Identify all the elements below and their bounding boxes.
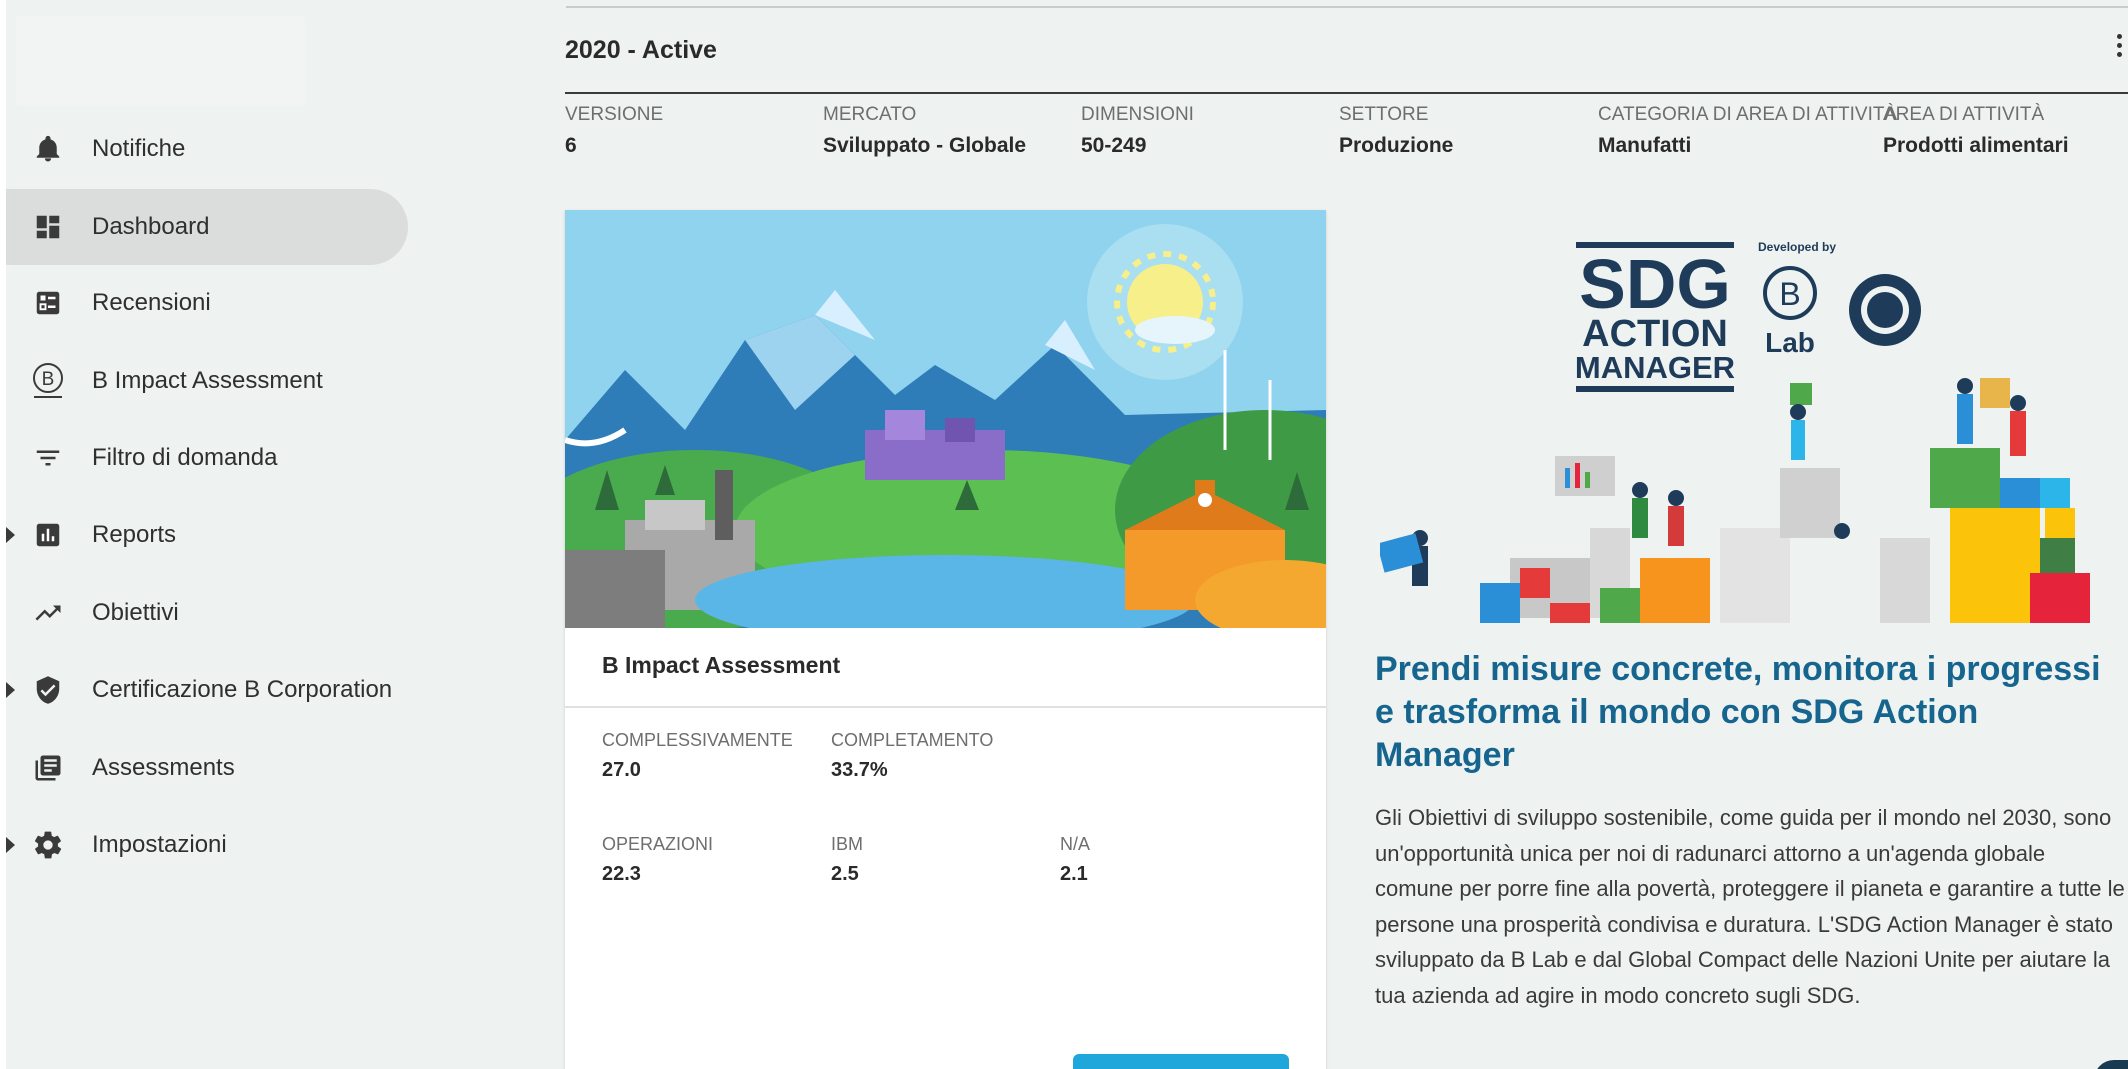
stat-key: IBM	[831, 834, 864, 854]
meta-area: AREA DI ATTIVITÀ Prodotti alimentari	[1883, 104, 2069, 158]
stat-value: 2.1	[1060, 863, 1088, 885]
sidebar-item-dashboard[interactable]: Dashboard	[6, 189, 408, 265]
card-action-button[interactable]	[1073, 1054, 1289, 1069]
meta-key: SETTORE	[1339, 104, 1429, 125]
sidebar-item-impostazioni[interactable]: Impostazioni	[6, 807, 408, 883]
stat-value: 2.5	[831, 863, 859, 885]
sdg-action-manager-illustration: SDG ACTION MANAGER Developed by B Lab	[1380, 228, 2120, 628]
meta-value: Manufatti	[1598, 134, 1692, 157]
meta-key: VERSIONE	[565, 104, 664, 125]
page-title: 2020 - Active	[565, 36, 717, 64]
reviews-icon	[30, 285, 66, 321]
sidebar-item-reports[interactable]: Reports	[6, 497, 408, 573]
b-impact-assessment-card[interactable]: B Impact Assessment COMPLESSIVAMENTE 27.…	[565, 210, 1326, 1069]
trending-up-icon	[30, 595, 66, 631]
sidebar-item-label: Impostazioni	[92, 831, 227, 858]
meta-versione: VERSIONE 6	[565, 104, 663, 158]
sidebar-item-label: Dashboard	[92, 213, 210, 240]
meta-key: DIMENSIONI	[1081, 104, 1194, 125]
meta-key: AREA DI ATTIVITÀ	[1883, 104, 2045, 125]
filter-icon	[30, 440, 66, 476]
blab-label: Lab	[1765, 327, 1815, 358]
sdg-logo-line1: SDG	[1579, 245, 1731, 323]
svg-text:B: B	[1779, 276, 1800, 312]
card-divider	[565, 706, 1326, 708]
top-bar-edge	[566, 0, 2128, 8]
card-title: B Impact Assessment	[602, 652, 841, 678]
more-options-icon[interactable]	[2112, 34, 2126, 64]
sidebar-item-notifiche[interactable]: Notifiche	[6, 111, 408, 187]
expand-caret-icon[interactable]	[6, 527, 15, 543]
stat-value: 22.3	[602, 863, 641, 885]
meta-value: Prodotti alimentari	[1883, 134, 2069, 157]
svg-text:B: B	[42, 369, 55, 390]
stat-na: N/A 2.1	[1060, 834, 1090, 886]
meta-categoria: CATEGORIA DI AREA DI ATTIVITÀ Manufatti	[1598, 104, 1897, 158]
meta-mercato: MERCATO Sviluppato - Globale	[823, 104, 1026, 158]
sidebar-item-recensioni[interactable]: Recensioni	[6, 265, 408, 341]
stat-value: 27.0	[602, 759, 641, 781]
stat-value: 33.7%	[831, 759, 888, 781]
shield-check-icon	[30, 672, 66, 708]
developed-by-label: Developed by	[1758, 240, 1836, 254]
bell-icon	[30, 131, 66, 167]
meta-settore: SETTORE Produzione	[1339, 104, 1453, 158]
app-frame: Notifiche Dashboard Recensioni B B Impac…	[6, 0, 2128, 1069]
stat-ibm: IBM 2.5	[831, 834, 863, 886]
sidebar-item-label: Filtro di domanda	[92, 444, 278, 471]
sidebar-item-label: Obiettivi	[92, 599, 179, 626]
expand-caret-icon[interactable]	[6, 682, 15, 698]
sidebar-item-label: Notifiche	[92, 135, 186, 162]
meta-key: MERCATO	[823, 104, 917, 125]
sidebar-item-label: Assessments	[92, 754, 235, 781]
logo-placeholder	[16, 16, 306, 106]
sdg-heading: Prendi misure concrete, monitora i progr…	[1375, 650, 2101, 774]
sidebar: Notifiche Dashboard Recensioni B B Impac…	[6, 0, 426, 1069]
stat-complessivamente: COMPLESSIVAMENTE 27.0	[602, 730, 793, 782]
b-logo-icon: B	[30, 363, 66, 399]
meta-value: Produzione	[1339, 134, 1454, 157]
sidebar-item-label: Recensioni	[92, 289, 211, 316]
meta-value: Sviluppato - Globale	[823, 134, 1027, 157]
stat-key: COMPLETAMENTO	[831, 730, 994, 750]
meta-value: 6	[565, 134, 577, 157]
document-list-icon	[30, 750, 66, 786]
stat-key: COMPLESSIVAMENTE	[602, 730, 793, 750]
stat-key: N/A	[1060, 834, 1091, 854]
stat-operazioni: OPERAZIONI 22.3	[602, 834, 713, 886]
sdg-logo-line2: ACTION	[1582, 313, 1728, 355]
stat-completamento: COMPLETAMENTO 33.7%	[831, 730, 993, 782]
sdg-logo-line3: MANAGER	[1575, 350, 1735, 385]
expand-caret-icon[interactable]	[6, 837, 15, 853]
sidebar-item-obiettivi[interactable]: Obiettivi	[6, 575, 408, 651]
meta-value: 50-249	[1081, 134, 1147, 157]
sidebar-item-label: Certificazione B Corporation	[92, 676, 393, 703]
bar-chart-icon	[30, 517, 66, 553]
sidebar-item-assessments[interactable]: Assessments	[6, 730, 408, 806]
meta-dimensioni: DIMENSIONI 50-249	[1081, 104, 1194, 158]
meta-key: CATEGORIA DI AREA DI ATTIVITÀ	[1598, 104, 1898, 125]
stat-key: OPERAZIONI	[602, 834, 714, 854]
dashboard-icon	[30, 209, 66, 245]
sidebar-item-b-impact-assessment[interactable]: B B Impact Assessment	[6, 343, 408, 419]
sidebar-item-certificazione[interactable]: Certificazione B Corporation	[6, 652, 408, 728]
chat-widget-button[interactable]	[2094, 1060, 2128, 1069]
landscape-illustration	[565, 210, 1326, 628]
sidebar-item-label: B Impact Assessment	[92, 367, 323, 394]
sidebar-item-label: Reports	[92, 521, 177, 548]
header-divider	[565, 92, 2128, 94]
sdg-description: Gli Obiettivi di sviluppo sostenibile, c…	[1375, 805, 2125, 1008]
gear-icon	[30, 827, 66, 863]
sidebar-item-filtro-di-domanda[interactable]: Filtro di domanda	[6, 420, 408, 496]
